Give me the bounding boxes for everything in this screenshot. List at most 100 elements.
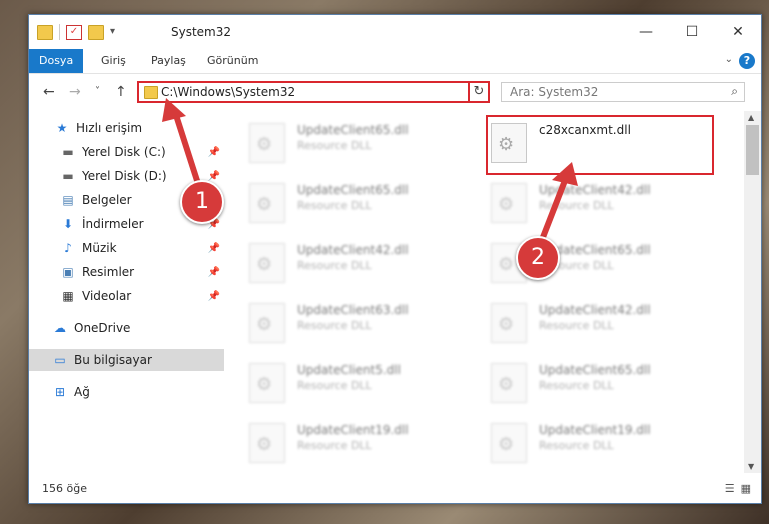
list-item[interactable]: UpdateClient42.dll Resource DLL — [487, 179, 717, 223]
computer-icon: ▭ — [54, 352, 66, 367]
sidebar-item-label: Yerel Disk (D:) — [82, 169, 167, 183]
dll-file-icon — [491, 183, 527, 223]
sidebar-item-quick-access[interactable]: ★ Hızlı erişim — [29, 117, 224, 139]
sidebar-item-pictures[interactable]: ▣ Resimler 📌 — [29, 261, 224, 283]
toolbar-divider — [59, 24, 60, 40]
pictures-icon: ▣ — [62, 264, 74, 279]
file-name: UpdateClient5.dll — [297, 363, 401, 377]
up-button[interactable]: ↑ — [115, 84, 127, 100]
sidebar-item-local-disk-c[interactable]: ▬ Yerel Disk (C:) 📌 — [29, 141, 224, 163]
tab-paylas[interactable]: Paylaş — [141, 49, 196, 73]
search-input[interactable]: Ara: System32 ⌕ — [501, 82, 745, 102]
file-type: Resource DLL — [297, 319, 372, 332]
dll-file-icon — [249, 303, 285, 343]
window-title: System32 — [171, 25, 232, 39]
sidebar-item-onedrive[interactable]: ☁ OneDrive — [29, 317, 224, 339]
forward-button[interactable]: → — [69, 84, 81, 100]
dll-file-icon — [249, 243, 285, 283]
list-item[interactable]: UpdateClient65.dll Resource DLL — [245, 179, 475, 223]
tab-gorunum[interactable]: Görünüm — [197, 49, 268, 73]
back-button[interactable]: ← — [43, 84, 55, 100]
title-bar: ✓ ▾ System32 — ☐ ✕ — [29, 15, 761, 49]
pin-icon[interactable]: 📌 — [208, 147, 220, 158]
sidebar-item-label: Belgeler — [82, 193, 132, 207]
sidebar-item-videos[interactable]: ▦ Videolar 📌 — [29, 285, 224, 307]
list-item[interactable]: UpdateClient42.dll Resource DLL — [245, 239, 475, 283]
dll-file-icon — [249, 363, 285, 403]
file-type: Resource DLL — [539, 319, 614, 332]
list-item[interactable]: UpdateClient5.dll Resource DLL — [245, 359, 475, 403]
list-item[interactable]: UpdateClient19.dll Resource DLL — [487, 419, 717, 463]
download-icon: ⬇ — [62, 216, 74, 231]
tab-dosya[interactable]: Dosya — [29, 49, 84, 73]
sidebar-item-label: Bu bilgisayar — [74, 353, 152, 367]
details-view-icon[interactable]: ☰ — [725, 482, 735, 495]
pin-icon[interactable]: 📌 — [208, 267, 220, 278]
file-type: Resource DLL — [297, 139, 372, 152]
sidebar-item-this-pc[interactable]: ▭ Bu bilgisayar — [29, 349, 224, 371]
pin-icon[interactable]: 📌 — [208, 171, 220, 182]
file-type: Resource DLL — [297, 199, 372, 212]
maximize-button[interactable]: ☐ — [669, 15, 715, 49]
file-name: UpdateClient65.dll — [539, 363, 651, 377]
properties-icon[interactable]: ✓ — [66, 24, 82, 40]
ribbon-tabs: Dosya Giriş Paylaş Görünüm ⌄ ? — [29, 49, 761, 74]
item-count: 156 öğe — [42, 482, 87, 495]
folder-icon[interactable] — [37, 24, 53, 40]
address-bar[interactable]: C:\Windows\System32 ⌄ — [137, 81, 490, 103]
star-icon: ★ — [56, 120, 68, 135]
list-item[interactable]: UpdateClient65.dll Resource DLL — [245, 119, 475, 163]
dll-file-icon — [491, 363, 527, 403]
search-icon: ⌕ — [731, 84, 738, 98]
explorer-window: ✓ ▾ System32 — ☐ ✕ Dosya Giriş Paylaş Gö… — [28, 14, 762, 504]
navigation-bar: ← → ˅ ↑ C:\Windows\System32 ⌄ ↻ Ara: Sys… — [29, 74, 761, 110]
list-item[interactable]: UpdateClient42.dll Resource DLL — [487, 299, 717, 343]
pin-icon[interactable]: 📌 — [208, 291, 220, 302]
file-name: UpdateClient42.dll — [539, 303, 651, 317]
sidebar-item-label: Videolar — [82, 289, 132, 303]
expand-ribbon-icon[interactable]: ⌄ — [725, 54, 733, 65]
close-button[interactable]: ✕ — [715, 15, 761, 49]
pin-icon[interactable]: 📌 — [208, 243, 220, 254]
customize-toolbar-icon[interactable]: ▾ — [110, 26, 124, 39]
drive-icon: ▬ — [62, 168, 74, 183]
sidebar-item-music[interactable]: ♪ Müzik 📌 — [29, 237, 224, 259]
file-type: Resource DLL — [539, 439, 614, 452]
large-icons-view-icon[interactable]: ▦ — [741, 482, 751, 495]
sidebar-item-label: İndirmeler — [82, 217, 144, 231]
file-type: Resource DLL — [297, 259, 372, 272]
sidebar-item-label: Yerel Disk (C:) — [82, 145, 166, 159]
sidebar-item-label: Müzik — [82, 241, 117, 255]
list-item[interactable]: UpdateClient65.dll Resource DLL — [487, 359, 717, 403]
search-placeholder: Ara: System32 — [510, 85, 599, 99]
highlight-box-target-file — [486, 115, 714, 175]
list-item[interactable]: UpdateClient63.dll Resource DLL — [245, 299, 475, 343]
drive-icon: ▬ — [62, 144, 74, 159]
sidebar-item-network[interactable]: ⊞ Ağ — [29, 381, 224, 403]
documents-icon: ▤ — [62, 192, 74, 207]
sidebar-item-label: Hızlı erişim — [76, 121, 143, 135]
address-path[interactable]: C:\Windows\System32 — [161, 85, 295, 99]
cloud-icon: ☁ — [54, 320, 66, 335]
minimize-button[interactable]: — — [623, 15, 669, 49]
new-folder-icon[interactable] — [88, 24, 104, 40]
videos-icon: ▦ — [62, 288, 74, 303]
tab-giris[interactable]: Giriş — [91, 49, 136, 73]
help-icon[interactable]: ? — [739, 53, 755, 69]
scrollbar-thumb[interactable] — [746, 125, 759, 175]
file-name: UpdateClient42.dll — [297, 243, 409, 257]
scroll-down-icon[interactable]: ▼ — [748, 462, 754, 471]
file-name: UpdateClient65.dll — [297, 123, 409, 137]
file-name: UpdateClient19.dll — [539, 423, 651, 437]
list-item[interactable]: UpdateClient19.dll Resource DLL — [245, 419, 475, 463]
status-bar: 156 öğe ☰ ▦ — [29, 475, 761, 503]
file-type: Resource DLL — [539, 379, 614, 392]
file-name: UpdateClient19.dll — [297, 423, 409, 437]
recent-locations-button[interactable]: ˅ — [95, 86, 100, 97]
file-type: Resource DLL — [297, 439, 372, 452]
dll-file-icon — [249, 123, 285, 163]
scroll-up-icon[interactable]: ▲ — [748, 113, 754, 122]
vertical-scrollbar[interactable]: ▲ ▼ — [744, 111, 761, 473]
refresh-button[interactable]: ↻ — [468, 81, 490, 103]
callout-step-2: 2 — [516, 236, 560, 280]
